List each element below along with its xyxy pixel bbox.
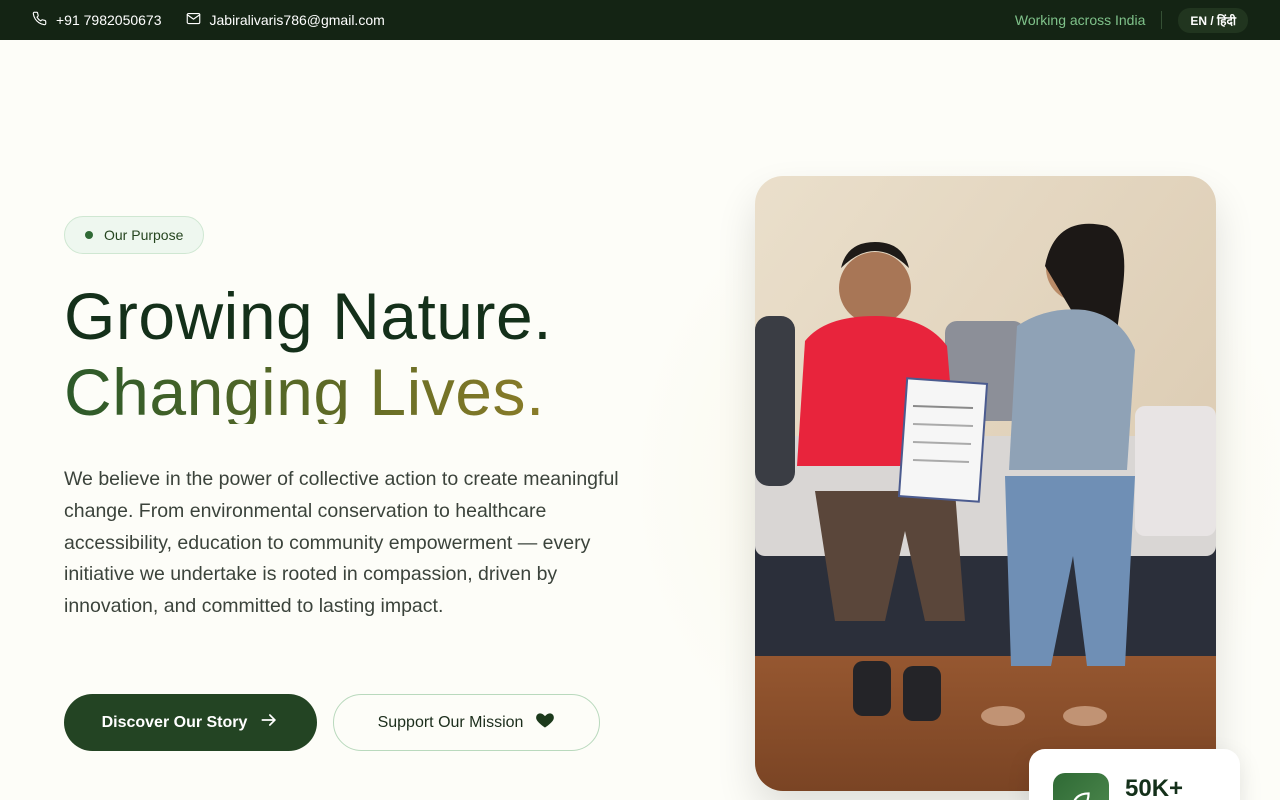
hero-photo xyxy=(755,176,1216,791)
headline-line-2: Changing Lives. xyxy=(64,355,545,424)
discover-story-button[interactable]: Discover Our Story xyxy=(64,694,317,751)
badge-dot xyxy=(85,231,93,239)
headline-line-1: Growing Nature. xyxy=(64,279,553,353)
topbar-right: Working across India EN / हिंदी xyxy=(1014,7,1248,33)
mail-icon xyxy=(186,11,201,29)
stat-value: 50K+ xyxy=(1125,775,1184,800)
discover-story-label: Discover Our Story xyxy=(101,713,248,731)
phone-contact[interactable]: +91 7982050673 xyxy=(32,11,162,29)
phone-number: +91 7982050673 xyxy=(56,12,162,28)
badge-label: Our Purpose xyxy=(104,227,184,243)
phone-icon xyxy=(32,11,47,29)
support-mission-label: Support Our Mission xyxy=(377,713,524,731)
contact-info: +91 7982050673 Jabiralivaris786@gmail.co… xyxy=(32,11,385,29)
purpose-badge: Our Purpose xyxy=(64,216,205,254)
heart-icon xyxy=(535,710,555,735)
hero-photo-illustration xyxy=(755,176,1216,791)
email-address: Jabiralivaris786@gmail.com xyxy=(209,12,385,28)
divider xyxy=(1161,11,1163,29)
leaf-icon xyxy=(1053,773,1109,800)
location-text: Working across India xyxy=(1014,12,1146,28)
email-contact[interactable]: Jabiralivaris786@gmail.com xyxy=(186,11,385,29)
language-toggle[interactable]: EN / हिंदी xyxy=(1178,7,1248,33)
support-mission-button[interactable]: Support Our Mission xyxy=(333,694,600,751)
top-bar: +91 7982050673 Jabiralivaris786@gmail.co… xyxy=(0,0,1280,40)
hero-description: We believe in the power of collective ac… xyxy=(64,468,619,618)
stat-card: 50K+ xyxy=(1029,749,1240,800)
arrow-right-icon xyxy=(259,710,279,735)
